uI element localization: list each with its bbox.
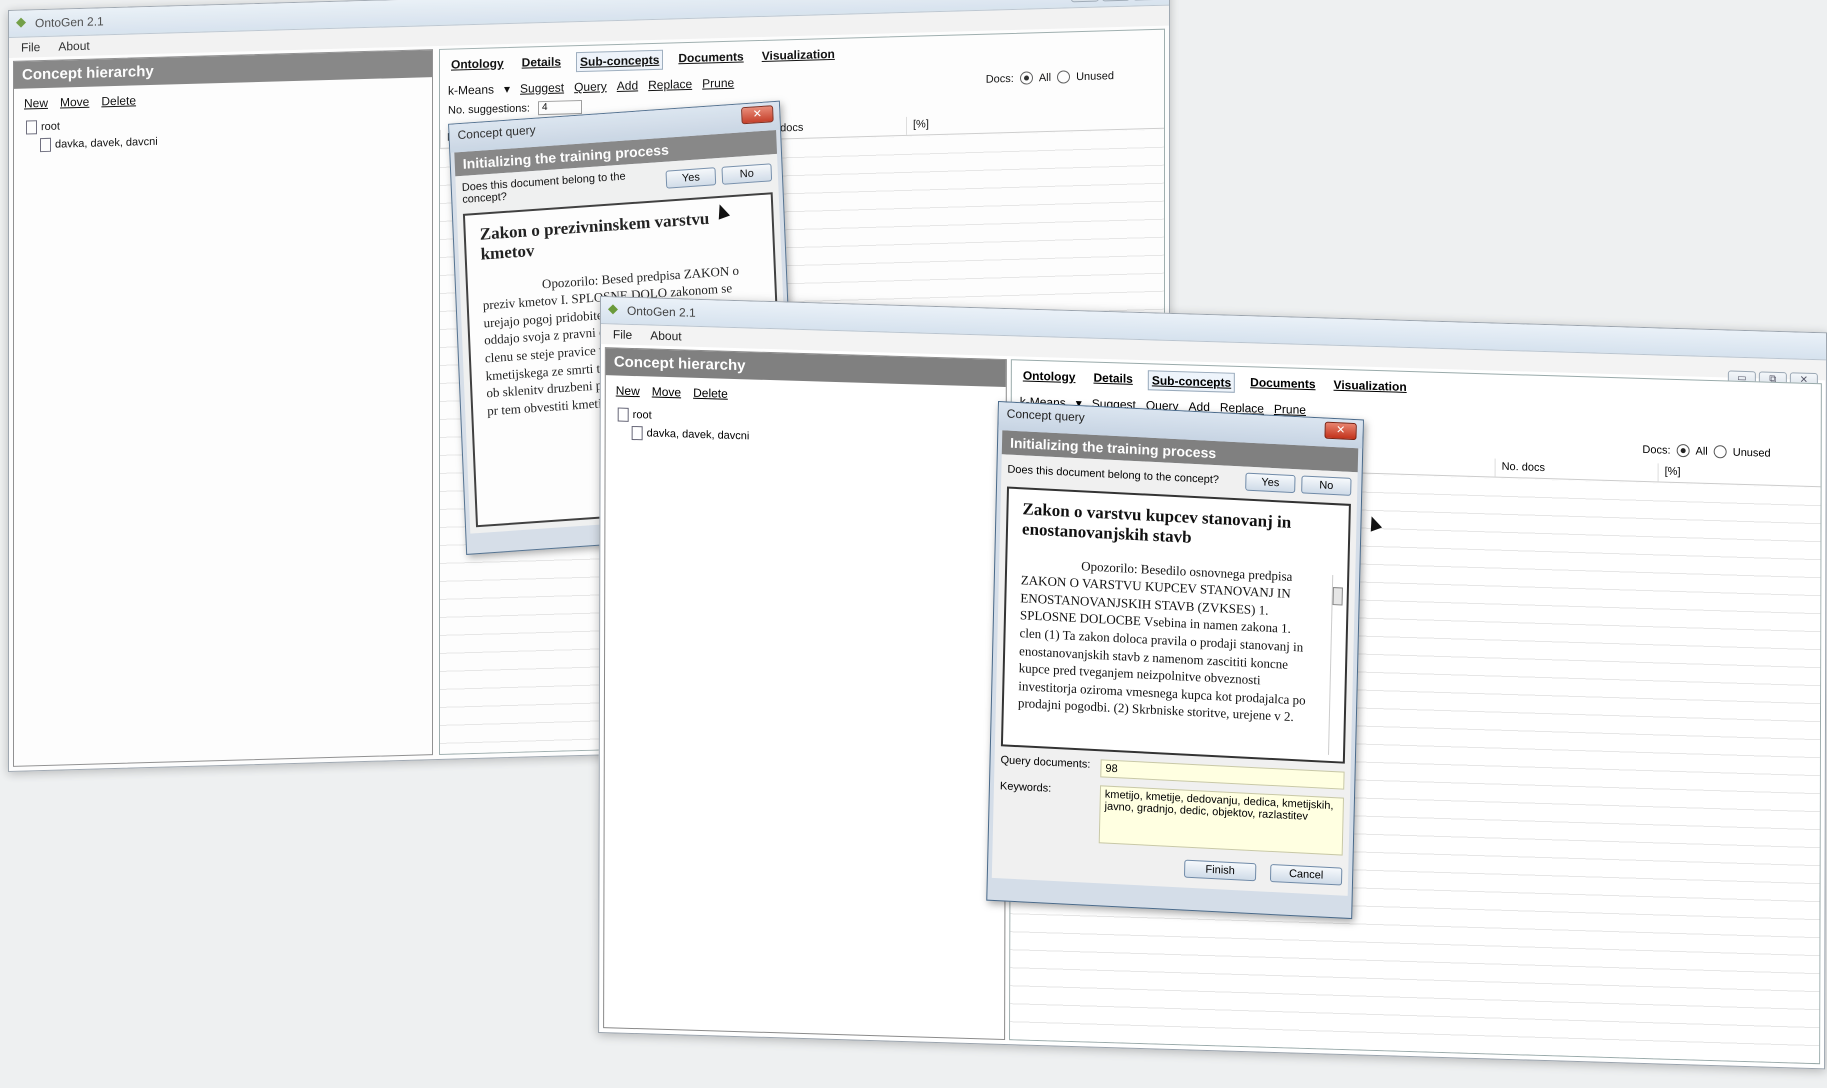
document-preview: Zakon o varstvu kupcev stanovanj in enos… <box>1000 486 1351 764</box>
tab-details[interactable]: Details <box>1090 369 1135 390</box>
new-button[interactable]: New <box>616 383 640 398</box>
add-link[interactable]: Add <box>617 78 638 93</box>
suggest-link[interactable]: Suggest <box>520 80 564 95</box>
document-text: Opozorilo: Besedilo osnovnega predpisa Z… <box>1017 558 1306 725</box>
hierarchy-pane: Concept hierarchy New Move Delete root d… <box>603 347 1007 1041</box>
radio-unused-label: Unused <box>1076 69 1114 83</box>
hierarchy-pane: Concept hierarchy New Move Delete root d… <box>13 49 433 767</box>
tree-node-label: root <box>41 120 60 134</box>
document-icon <box>26 120 37 135</box>
suggestions-label: No. suggestions: <box>448 102 530 117</box>
prune-link[interactable]: Prune <box>702 76 734 91</box>
window-title: OntoGen 2.1 <box>35 14 104 31</box>
foreground-window: OntoGen 2.1 ▭ ⧉ ✕ File About Concept hie… <box>598 296 1827 1070</box>
close-icon[interactable]: ✕ <box>1133 0 1161 1</box>
scrollbar-thumb[interactable] <box>1332 587 1343 606</box>
tree-node-label: davka, davek, davcni <box>55 135 158 151</box>
no-button[interactable]: No <box>721 163 773 185</box>
tab-documents[interactable]: Documents <box>1247 373 1318 395</box>
yes-button[interactable]: Yes <box>665 167 717 189</box>
tab-visualization[interactable]: Visualization <box>759 45 838 67</box>
query-link[interactable]: Query <box>574 79 607 94</box>
close-icon[interactable]: ✕ <box>1324 421 1357 441</box>
menu-about[interactable]: About <box>650 328 681 343</box>
radio-unused[interactable] <box>1057 70 1071 84</box>
keywords-row: Keywords: kmetijo, kmetije, dedovanju, d… <box>999 780 1345 856</box>
dialog-body: Does this document belong to the concept… <box>991 454 1358 896</box>
window-title: OntoGen 2.1 <box>626 303 696 320</box>
tree-node-label: davka, davek, davcni <box>646 427 750 443</box>
dialog-buttons: Finish Cancel <box>998 850 1343 889</box>
docs-filter: Docs: All Unused <box>1642 443 1770 460</box>
tab-documents[interactable]: Documents <box>675 47 746 69</box>
yes-button[interactable]: Yes <box>1245 472 1296 494</box>
new-button[interactable]: New <box>24 96 48 111</box>
col-percent[interactable]: [%] <box>906 112 1059 135</box>
close-icon[interactable]: ✕ <box>741 105 774 125</box>
docs-label: Docs: <box>1642 443 1671 457</box>
move-button[interactable]: Move <box>60 95 89 110</box>
dialog-title: Concept query <box>1006 406 1085 425</box>
concept-query-dialog: Concept query ✕ Initializing the trainin… <box>986 401 1364 920</box>
dialog-title: Concept query <box>457 122 536 143</box>
document-search-icon <box>631 425 643 441</box>
tab-ontology[interactable]: Ontology <box>1020 366 1079 388</box>
menu-about[interactable]: About <box>58 39 89 54</box>
replace-link[interactable]: Replace <box>648 77 692 92</box>
col-no-docs[interactable]: No. docs <box>1494 458 1658 482</box>
query-docs-label: Query documents: <box>1000 754 1091 771</box>
method-select[interactable]: k-Means <box>448 82 494 97</box>
question-text: Does this document belong to the concept… <box>461 170 626 206</box>
menu-file[interactable]: File <box>21 40 40 55</box>
document-title: Zakon o varstvu kupcev stanovanj in enos… <box>1021 499 1292 548</box>
menu-file[interactable]: File <box>613 327 632 342</box>
app-icon <box>607 304 618 315</box>
no-button[interactable]: No <box>1301 475 1352 496</box>
tree-node-label: root <box>632 408 652 422</box>
restore-icon[interactable]: ⧉ <box>1102 0 1130 2</box>
delete-button[interactable]: Delete <box>693 386 728 401</box>
tab-sub-concepts[interactable]: Sub-concepts <box>1147 370 1236 393</box>
suggestions-stepper[interactable]: 4 <box>537 99 582 116</box>
delete-button[interactable]: Delete <box>101 93 136 108</box>
app-icon <box>16 17 26 28</box>
docs-label: Docs: <box>985 72 1014 86</box>
tab-sub-concepts[interactable]: Sub-concepts <box>576 49 664 73</box>
cancel-button[interactable]: Cancel <box>1269 863 1343 886</box>
radio-unused[interactable] <box>1713 445 1727 459</box>
minimize-icon[interactable]: ▭ <box>1071 0 1099 3</box>
radio-all-label: All <box>1038 71 1052 84</box>
radio-all[interactable] <box>1019 71 1033 85</box>
col-percent[interactable]: [%] <box>1657 463 1821 487</box>
document-search-icon <box>40 137 51 153</box>
document-icon <box>617 407 629 422</box>
chevron-down-icon[interactable]: ▾ <box>504 82 510 96</box>
tab-details[interactable]: Details <box>519 52 564 73</box>
query-docs-field[interactable]: 98 <box>1100 759 1345 790</box>
tab-ontology[interactable]: Ontology <box>448 54 507 76</box>
tab-visualization[interactable]: Visualization <box>1331 376 1410 398</box>
window-controls: ▭ ⧉ ✕ <box>1071 0 1161 3</box>
question-text: Does this document belong to the concept… <box>1007 463 1220 487</box>
radio-all-label: All <box>1695 445 1708 458</box>
radio-unused-label: Unused <box>1732 446 1771 460</box>
move-button[interactable]: Move <box>652 385 681 400</box>
keywords-label: Keywords: <box>999 780 1052 795</box>
keywords-field[interactable]: kmetijo, kmetije, dedovanju, dedica, kme… <box>1098 785 1345 856</box>
radio-all[interactable] <box>1676 443 1690 458</box>
finish-button[interactable]: Finish <box>1183 859 1257 882</box>
